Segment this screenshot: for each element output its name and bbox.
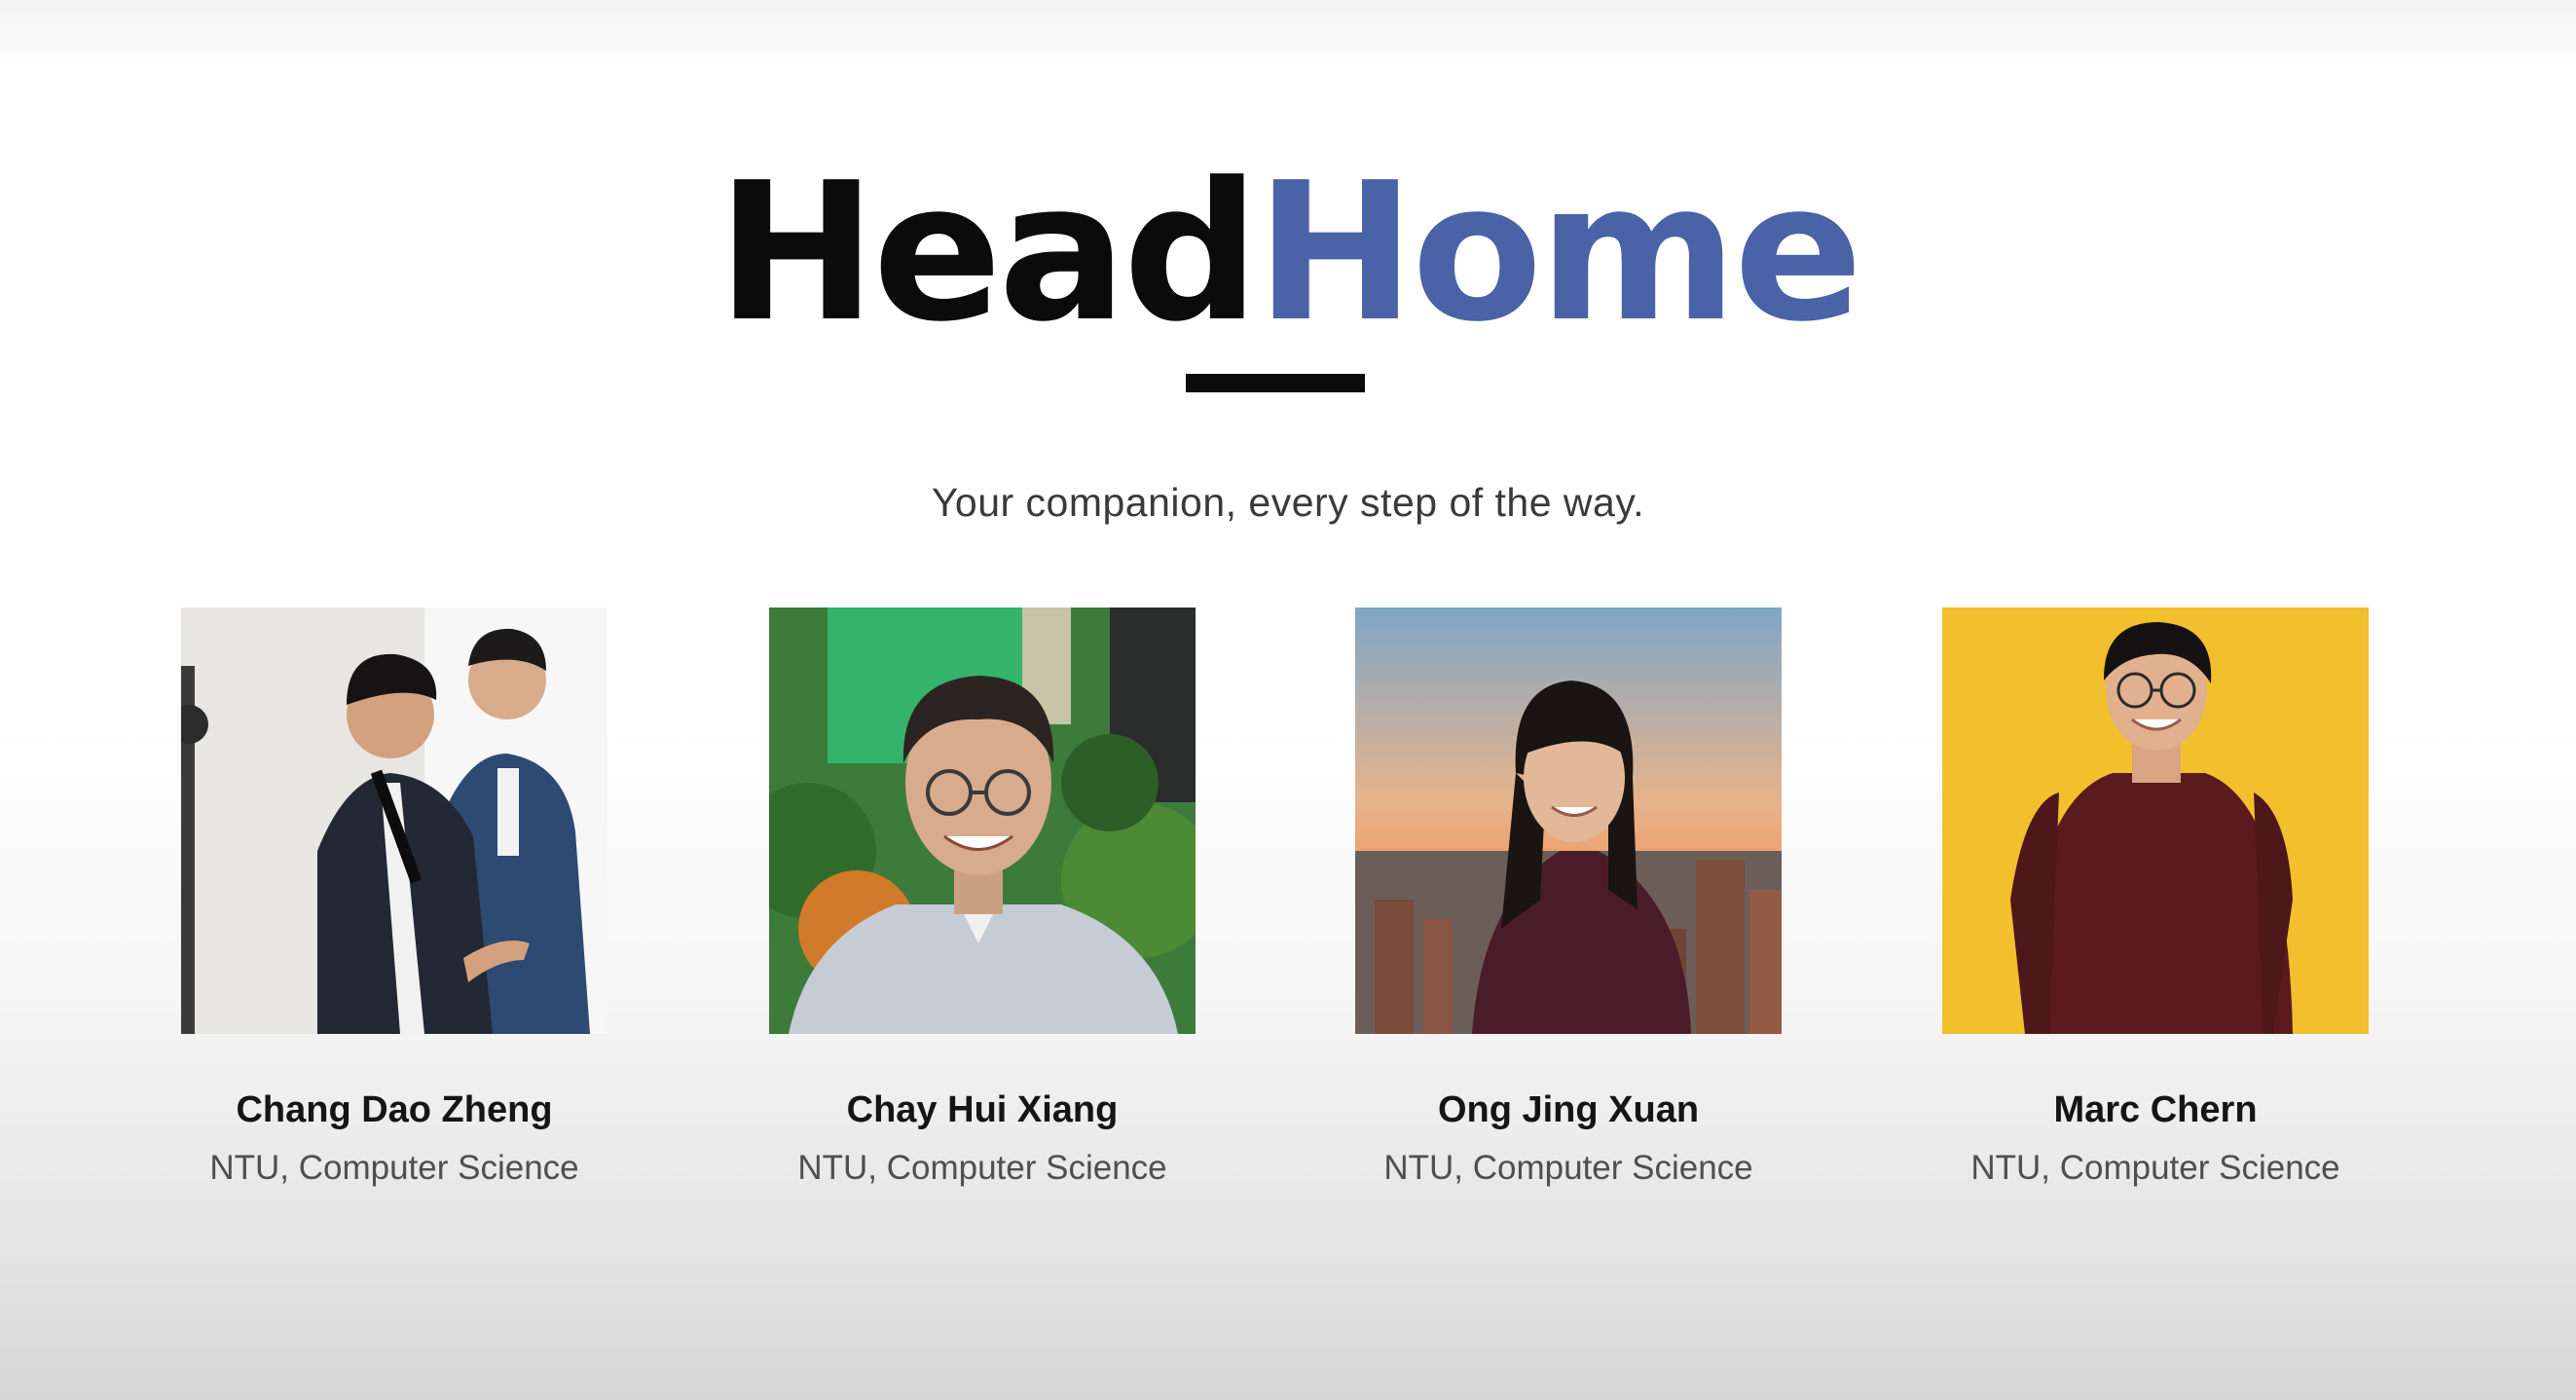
- member-name: Chay Hui Xiang: [846, 1089, 1119, 1130]
- person-presenting-photo: [181, 608, 607, 1034]
- person-city-sunset-photo: [1355, 608, 1782, 1034]
- member-name: Ong Jing Xuan: [1437, 1089, 1700, 1130]
- title-head: Head: [717, 142, 1260, 364]
- person-yellow-backdrop-photo: [1942, 608, 2369, 1034]
- team-member-card: Marc Chern NTU, Computer Science: [1942, 608, 2371, 1192]
- person-greenery-photo: [769, 608, 1196, 1034]
- tagline: Your companion, every step of the way.: [931, 480, 1645, 525]
- member-affiliation: NTU, Computer Science: [797, 1149, 1167, 1187]
- app-title: HeadHome: [0, 146, 2576, 360]
- member-name: Chang Dao Zheng: [236, 1089, 553, 1130]
- team-member-card: Chay Hui Xiang NTU, Computer Science: [769, 608, 1197, 1192]
- member-affiliation: NTU, Computer Science: [209, 1149, 579, 1187]
- title-underline: [1186, 374, 1365, 392]
- member-affiliation: NTU, Computer Science: [1383, 1149, 1753, 1187]
- team-member-card: Chang Dao Zheng NTU, Computer Science: [181, 608, 609, 1192]
- team-member-card: Ong Jing Xuan NTU, Computer Science: [1355, 608, 1784, 1192]
- title-home: Home: [1255, 142, 1863, 364]
- member-affiliation: NTU, Computer Science: [1970, 1149, 2340, 1187]
- member-name: Marc Chern: [2053, 1089, 2258, 1130]
